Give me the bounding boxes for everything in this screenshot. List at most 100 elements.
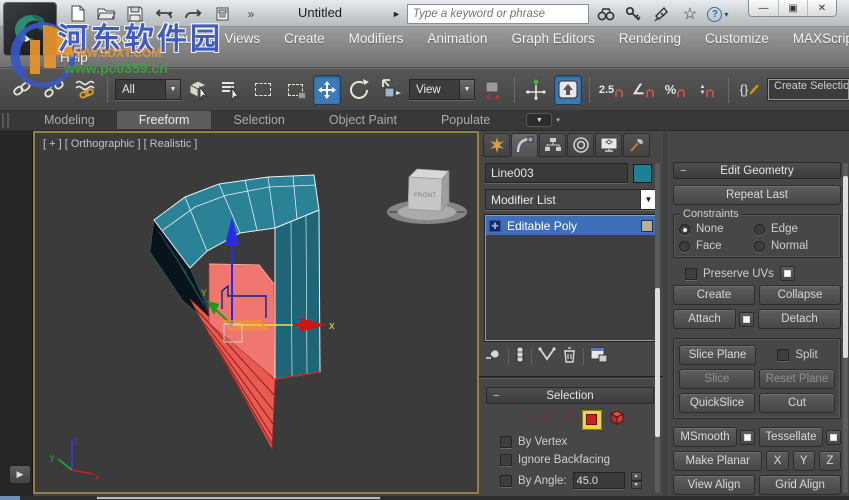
selection-rollout-header[interactable]: − Selection xyxy=(486,387,654,404)
preserve-uvs-checkbox[interactable] xyxy=(685,267,697,280)
use-pivot-point-center-button[interactable] xyxy=(479,75,507,105)
select-by-name-button[interactable] xyxy=(217,75,245,105)
show-end-result-button[interactable] xyxy=(515,346,525,368)
make-unique-button[interactable] xyxy=(538,347,556,367)
select-and-rotate-button[interactable] xyxy=(345,75,373,105)
configure-modifier-sets-button[interactable] xyxy=(590,347,608,368)
constraint-normal-radio[interactable] xyxy=(754,240,765,252)
modifier-stack[interactable]: ✚ Editable Poly xyxy=(484,214,658,342)
viewport-label[interactable]: [ + ] [ Orthographic ] [ Realistic ] xyxy=(43,138,197,150)
constraint-edge-radio[interactable] xyxy=(754,223,765,235)
viewcube[interactable]: FRONT xyxy=(387,168,467,224)
project-folder-button[interactable] xyxy=(211,4,233,24)
cut-button[interactable]: Cut xyxy=(759,393,835,413)
ribbon-tab-object-paint[interactable]: Object Paint xyxy=(307,111,419,129)
by-angle-field[interactable] xyxy=(572,472,625,489)
create-button[interactable]: Create xyxy=(673,285,755,305)
search-binoculars-icon[interactable] xyxy=(595,4,617,24)
ribbon-grip[interactable] xyxy=(2,113,9,128)
slice-plane-button[interactable]: Slice Plane xyxy=(679,345,756,365)
quickslice-button[interactable]: QuickSlice xyxy=(679,393,755,413)
attach-settings-button[interactable] xyxy=(739,311,754,327)
left-column-scrollbar[interactable] xyxy=(655,163,660,493)
favorites-star-icon[interactable]: ☆ xyxy=(679,4,701,24)
menu-customize[interactable]: Customize xyxy=(705,31,769,46)
repeat-last-button[interactable]: Repeat Last xyxy=(673,185,841,205)
application-menu-button[interactable] xyxy=(3,2,57,56)
right-column-scrollbar[interactable] xyxy=(843,163,848,493)
communication-center-key-icon[interactable] xyxy=(623,4,645,24)
search-input[interactable] xyxy=(406,4,589,24)
object-color-swatch[interactable] xyxy=(633,163,652,183)
rectangular-selection-region-button[interactable] xyxy=(249,75,277,105)
tab-display[interactable] xyxy=(595,133,622,157)
dropdown-arrow-icon[interactable]: ▼ xyxy=(459,80,474,99)
reference-coordinate-dropdown[interactable]: View ▼ xyxy=(409,79,475,100)
attach-button[interactable]: Attach xyxy=(673,309,736,329)
select-object-button[interactable] xyxy=(185,75,213,105)
menu-modifiers[interactable]: Modifiers xyxy=(349,31,404,46)
menu-graph-editors[interactable]: Graph Editors xyxy=(511,31,594,46)
selection-filter-dropdown[interactable]: All ▼ xyxy=(115,79,181,100)
spinner-down-button[interactable]: ▼ xyxy=(630,480,642,489)
constraint-none-radio[interactable] xyxy=(679,223,690,235)
subscription-satellite-icon[interactable] xyxy=(651,4,673,24)
spinner-snap-toggle-button[interactable]: ▲ ▼ xyxy=(693,75,721,105)
menu-animation[interactable]: Animation xyxy=(427,31,487,46)
msmooth-button[interactable]: MSmooth xyxy=(673,427,737,447)
ignore-backfacing-checkbox[interactable] xyxy=(500,454,512,466)
minimize-button[interactable]: — xyxy=(749,0,778,16)
ribbon-tab-freeform[interactable]: Freeform xyxy=(116,111,212,129)
edit-geometry-rollout-header[interactable]: − Edit Geometry xyxy=(673,162,841,179)
slice-button[interactable]: Slice xyxy=(679,369,755,389)
stack-row-editable-poly[interactable]: ✚ Editable Poly xyxy=(486,216,656,235)
edit-named-selection-sets-button[interactable]: {} xyxy=(736,75,764,105)
element-subobject-button[interactable] xyxy=(608,409,625,430)
reset-plane-button[interactable]: Reset Plane xyxy=(759,369,835,389)
object-name-field[interactable] xyxy=(485,163,628,183)
close-button[interactable]: ✕ xyxy=(807,0,836,16)
polygon-subobject-button-active[interactable] xyxy=(581,409,602,430)
ribbon-minimize-button[interactable]: ▼ xyxy=(526,113,553,127)
vertex-subobject-button[interactable] xyxy=(516,410,532,429)
help-button[interactable]: ? ▾ xyxy=(707,4,729,24)
border-subobject-button[interactable] xyxy=(560,410,576,429)
menu-tools[interactable]: Tools xyxy=(107,31,139,46)
redo-dropdown-caret[interactable]: ▾ xyxy=(197,9,201,18)
menu-help[interactable]: Help xyxy=(60,50,88,65)
select-and-manipulate-button[interactable] xyxy=(522,75,550,105)
undo-button[interactable]: ▾ xyxy=(153,4,175,24)
menu-rendering[interactable]: Rendering xyxy=(619,31,681,46)
make-planar-x-button[interactable]: X xyxy=(766,451,789,471)
undo-dropdown-caret[interactable]: ▾ xyxy=(168,9,172,18)
by-angle-checkbox[interactable] xyxy=(500,474,512,487)
ribbon-options-caret[interactable]: ▾ xyxy=(556,116,560,124)
help-dropdown-caret[interactable]: ▾ xyxy=(724,10,728,19)
new-scene-button[interactable] xyxy=(66,4,88,24)
make-planar-button[interactable]: Make Planar xyxy=(673,451,763,471)
named-selection-sets-field[interactable]: Create Selection S xyxy=(767,78,849,101)
menu-create[interactable]: Create xyxy=(284,31,325,46)
tab-create[interactable] xyxy=(483,133,510,157)
window-crossing-button[interactable] xyxy=(281,75,309,105)
keyboard-shortcut-override-button[interactable] xyxy=(554,74,582,105)
tessellate-button[interactable]: Tessellate xyxy=(759,427,823,447)
ribbon-tab-selection[interactable]: Selection xyxy=(211,111,306,129)
select-and-move-button[interactable] xyxy=(313,74,341,105)
make-planar-y-button[interactable]: Y xyxy=(792,451,815,471)
collapse-button[interactable]: Collapse xyxy=(759,285,841,305)
snaps-toggle-button[interactable]: 2.5 xyxy=(597,75,625,105)
tab-motion[interactable] xyxy=(567,133,594,157)
ribbon-tab-populate[interactable]: Populate xyxy=(419,111,512,129)
viewport[interactable]: [ + ] [ Orthographic ] [ Realistic ] x Y… xyxy=(33,131,479,494)
select-and-link-button[interactable] xyxy=(8,75,36,105)
redo-button[interactable]: ▾ xyxy=(182,4,204,24)
ribbon-tab-modeling[interactable]: Modeling xyxy=(22,111,117,129)
menu-edit[interactable]: Edit xyxy=(60,31,83,46)
modifier-onoff-toggle[interactable] xyxy=(641,219,653,232)
unlink-selection-button[interactable] xyxy=(40,75,68,105)
scrollbar-thumb[interactable] xyxy=(655,288,660,437)
by-vertex-checkbox[interactable] xyxy=(500,436,512,448)
expand-panel-arrow-button[interactable]: ▶ xyxy=(9,465,31,484)
percent-snap-toggle-button[interactable]: % xyxy=(661,75,689,105)
